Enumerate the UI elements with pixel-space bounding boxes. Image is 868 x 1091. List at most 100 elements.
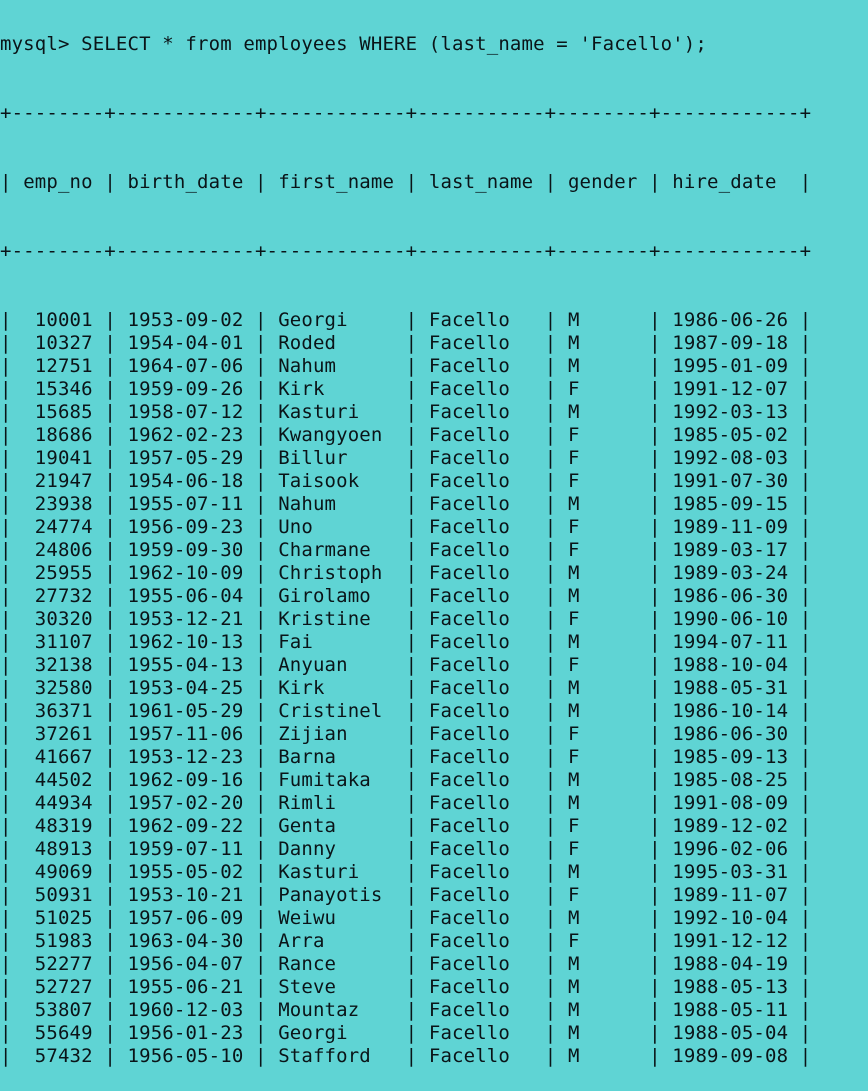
- cell-birth-date: 1956-01-23: [127, 1022, 244, 1044]
- cell-gender: M: [567, 861, 638, 883]
- table-row: | 51025 | 1957-06-09 | Weiwu | Facello |…: [0, 907, 812, 929]
- cell-last-name: Facello: [428, 539, 534, 561]
- cell-hire-date: 1991-12-12: [672, 930, 789, 952]
- cell-last-name: Facello: [428, 1022, 534, 1044]
- table-row: | 24774 | 1956-09-23 | Uno | Facello | F…: [0, 516, 812, 538]
- cell-birth-date: 1956-05-10: [127, 1045, 244, 1067]
- cell-hire-date: 1988-05-04: [672, 1022, 789, 1044]
- table-row: | 49069 | 1955-05-02 | Kasturi | Facello…: [0, 861, 812, 883]
- cell-gender: M: [567, 493, 638, 515]
- cell-birth-date: 1957-11-06: [127, 723, 244, 745]
- cell-emp-no: 24774: [23, 516, 93, 538]
- table-row: | 44502 | 1962-09-16 | Fumitaka | Facell…: [0, 769, 812, 791]
- cell-birth-date: 1964-07-06: [127, 355, 244, 377]
- cell-birth-date: 1962-02-23: [127, 424, 244, 446]
- table-row: | 44934 | 1957-02-20 | Rimli | Facello |…: [0, 792, 812, 814]
- table-row: | 10327 | 1954-04-01 | Roded | Facello |…: [0, 332, 812, 354]
- cell-first-name: Fai: [278, 631, 395, 653]
- cell-last-name: Facello: [428, 447, 534, 469]
- cell-birth-date: 1955-07-11: [127, 493, 244, 515]
- cell-gender: F: [567, 516, 638, 538]
- cell-hire-date: 1989-09-08: [672, 1045, 789, 1067]
- cell-birth-date: 1954-06-18: [127, 470, 244, 492]
- column-header-birth-date: birth_date: [127, 171, 244, 193]
- cell-emp-no: 24806: [23, 539, 93, 561]
- cell-hire-date: 1985-09-13: [672, 746, 789, 768]
- cell-birth-date: 1957-02-20: [127, 792, 244, 814]
- table-border-mid: +--------+------------+------------+----…: [0, 240, 812, 262]
- cell-emp-no: 51983: [23, 930, 93, 952]
- cell-last-name: Facello: [428, 1045, 534, 1067]
- cell-hire-date: 1985-05-02: [672, 424, 789, 446]
- cell-birth-date: 1955-05-02: [127, 861, 244, 883]
- cell-hire-date: 1990-06-10: [672, 608, 789, 630]
- cell-emp-no: 31107: [23, 631, 93, 653]
- cell-gender: F: [567, 654, 638, 676]
- cell-birth-date: 1962-10-09: [127, 562, 244, 584]
- cell-gender: F: [567, 723, 638, 745]
- cell-emp-no: 23938: [23, 493, 93, 515]
- cell-first-name: Nahum: [278, 493, 395, 515]
- cell-hire-date: 1986-06-30: [672, 585, 789, 607]
- cell-emp-no: 10327: [23, 332, 93, 354]
- cell-gender: F: [567, 746, 638, 768]
- cell-first-name: Christoph: [278, 562, 395, 584]
- table-row: | 21947 | 1954-06-18 | Taisook | Facello…: [0, 470, 812, 492]
- cell-first-name: Kasturi: [278, 401, 395, 423]
- cell-last-name: Facello: [428, 999, 534, 1021]
- cell-gender: F: [567, 838, 638, 860]
- cell-emp-no: 21947: [23, 470, 93, 492]
- sql-query: SELECT * from employees WHERE (last_name…: [81, 33, 707, 55]
- cell-last-name: Facello: [428, 401, 534, 423]
- table-row: | 23938 | 1955-07-11 | Nahum | Facello |…: [0, 493, 812, 515]
- table-row: | 51983 | 1963-04-30 | Arra | Facello | …: [0, 930, 812, 952]
- table-row: | 18686 | 1962-02-23 | Kwangyoen | Facel…: [0, 424, 812, 446]
- cell-emp-no: 57432: [23, 1045, 93, 1067]
- cell-birth-date: 1954-04-01: [127, 332, 244, 354]
- cell-last-name: Facello: [428, 378, 534, 400]
- cell-birth-date: 1955-04-13: [127, 654, 244, 676]
- cell-first-name: Barna: [278, 746, 395, 768]
- cell-last-name: Facello: [428, 700, 534, 722]
- cell-gender: F: [567, 378, 638, 400]
- cell-emp-no: 18686: [23, 424, 93, 446]
- table-body: | 10001 | 1953-09-02 | Georgi | Facello …: [0, 309, 868, 1068]
- cell-emp-no: 37261: [23, 723, 93, 745]
- cell-gender: M: [567, 401, 638, 423]
- cell-first-name: Arra: [278, 930, 395, 952]
- cell-gender: M: [567, 332, 638, 354]
- table-row: | 50931 | 1953-10-21 | Panayotis | Facel…: [0, 884, 812, 906]
- cell-birth-date: 1961-05-29: [127, 700, 244, 722]
- table-header-row: | emp_no | birth_date | first_name | las…: [0, 171, 812, 193]
- cell-gender: F: [567, 539, 638, 561]
- cell-hire-date: 1989-12-02: [672, 815, 789, 837]
- cell-first-name: Fumitaka: [278, 769, 395, 791]
- cell-last-name: Facello: [428, 884, 534, 906]
- cell-last-name: Facello: [428, 677, 534, 699]
- cell-hire-date: 1989-03-17: [672, 539, 789, 561]
- cell-emp-no: 48913: [23, 838, 93, 860]
- cell-emp-no: 10001: [23, 309, 93, 331]
- table-row: | 32580 | 1953-04-25 | Kirk | Facello | …: [0, 677, 812, 699]
- cell-gender: F: [567, 815, 638, 837]
- cell-hire-date: 1995-03-31: [672, 861, 789, 883]
- cell-hire-date: 1992-10-04: [672, 907, 789, 929]
- cell-birth-date: 1953-12-21: [127, 608, 244, 630]
- cell-gender: M: [567, 953, 638, 975]
- cell-gender: M: [567, 1022, 638, 1044]
- cell-gender: M: [567, 677, 638, 699]
- cell-birth-date: 1963-04-30: [127, 930, 244, 952]
- table-row: | 12751 | 1964-07-06 | Nahum | Facello |…: [0, 355, 812, 377]
- cell-gender: M: [567, 769, 638, 791]
- cell-last-name: Facello: [428, 585, 534, 607]
- cell-hire-date: 1995-01-09: [672, 355, 789, 377]
- column-header-first-name: first_name: [278, 171, 395, 193]
- cell-last-name: Facello: [428, 723, 534, 745]
- cell-emp-no: 36371: [23, 700, 93, 722]
- cell-gender: M: [567, 631, 638, 653]
- cell-emp-no: 12751: [23, 355, 93, 377]
- cell-last-name: Facello: [428, 332, 534, 354]
- cell-hire-date: 1991-08-09: [672, 792, 789, 814]
- terminal-window[interactable]: mysql> SELECT * from employees WHERE (la…: [0, 0, 868, 1091]
- cell-gender: F: [567, 447, 638, 469]
